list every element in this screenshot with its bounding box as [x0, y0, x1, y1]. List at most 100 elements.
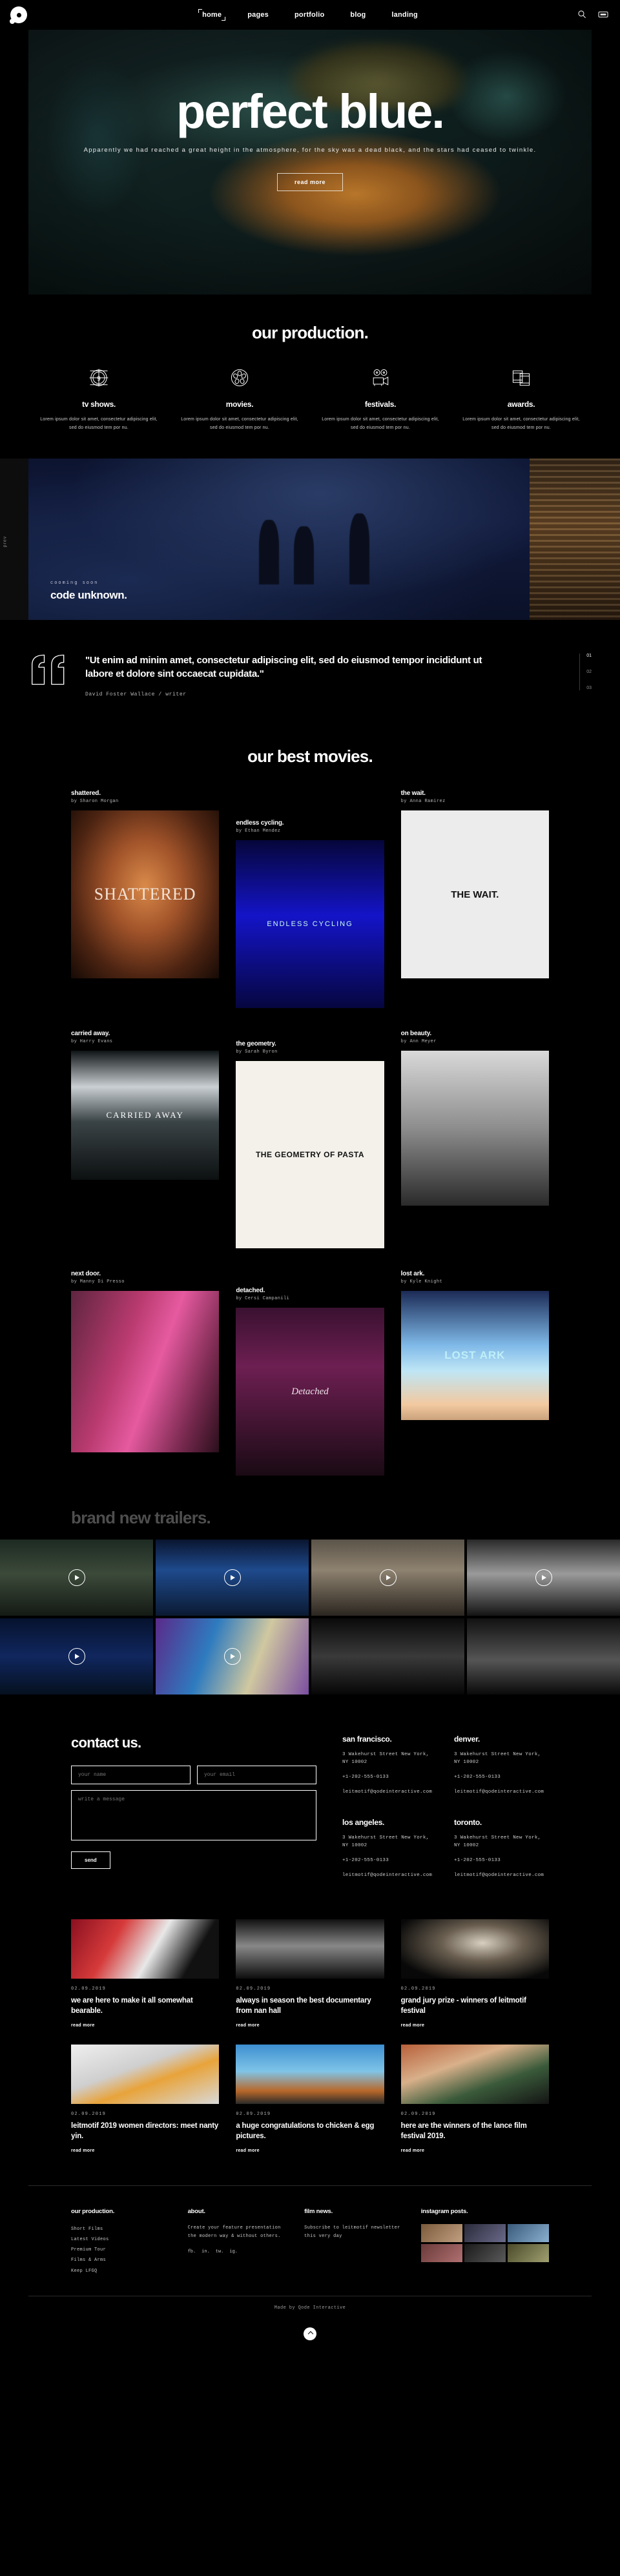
blog-title[interactable]: we are here to make it all somewhat bear… [71, 1996, 219, 2016]
trailer-item[interactable] [0, 1540, 153, 1616]
footer-link[interactable]: Short Films [71, 2224, 170, 2234]
movie-card[interactable]: detached. by Cersi Campanili Detached [236, 1270, 384, 1476]
movie-card[interactable]: lost ark. by Kyle Knight LOST ARK [400, 1270, 549, 1476]
email-input[interactable] [197, 1766, 316, 1785]
blog-title[interactable]: here are the winners of the lance film f… [401, 2121, 549, 2141]
office-phone[interactable]: +1-202-555-0133 [454, 1857, 549, 1864]
movie-card[interactable]: endless cycling. by Ethan Mendez ENDLESS… [236, 790, 384, 1009]
blog-read-more[interactable]: read more [236, 2023, 384, 2028]
social-linkedin[interactable]: in. [202, 2249, 210, 2254]
blog-thumbnail[interactable] [236, 1919, 384, 1979]
blog-post[interactable]: 02.09.2019 here are the winners of the l… [400, 2045, 549, 2153]
production-item-tv-shows[interactable]: 9 tv shows. Lorem ipsum dolor sit amet, … [28, 365, 169, 433]
trailer-item[interactable] [467, 1540, 620, 1616]
instagram-post[interactable] [420, 2244, 462, 2263]
instagram-post[interactable] [507, 2244, 550, 2263]
blog-thumbnail[interactable] [400, 2045, 549, 2105]
blog-post[interactable]: 02.09.2019 a huge congratulations to chi… [236, 2045, 384, 2153]
play-icon[interactable] [68, 1648, 85, 1665]
blog-title[interactable]: a huge congratulations to chicken & egg … [236, 2121, 384, 2141]
footer-link[interactable]: Keep LFGQ [71, 2266, 170, 2276]
movie-poster[interactable] [400, 1051, 549, 1206]
slider-prev-panel[interactable]: prev [0, 458, 28, 620]
nav-item-home[interactable]: home [198, 9, 226, 21]
play-icon[interactable] [223, 1648, 241, 1665]
quote-page-01[interactable]: 01 [586, 654, 592, 658]
message-input[interactable] [71, 1790, 316, 1841]
trailer-item[interactable] [0, 1618, 153, 1695]
cart-icon[interactable] [598, 10, 608, 20]
blog-title[interactable]: grand jury prize - winners of leitmotif … [401, 1996, 549, 2016]
office-phone[interactable]: +1-202-555-0133 [342, 1773, 437, 1781]
nav-item-landing[interactable]: landing [388, 9, 421, 21]
movie-poster[interactable]: Detached [236, 1308, 384, 1476]
social-instagram[interactable]: ig. [229, 2249, 238, 2254]
movie-card[interactable]: the wait. by Anna Ramirez THE WAIT. [400, 790, 549, 1008]
office-phone[interactable]: +1-202-555-0133 [454, 1773, 549, 1781]
instagram-post[interactable] [464, 2244, 506, 2263]
trailer-item[interactable] [311, 1618, 464, 1695]
disc-logo[interactable] [10, 6, 27, 24]
movie-poster[interactable] [71, 1291, 220, 1453]
play-icon[interactable] [379, 1569, 397, 1587]
blog-thumbnail[interactable] [400, 1919, 549, 1979]
footer-link[interactable]: Latest Videos [71, 2234, 170, 2245]
trailer-item[interactable] [156, 1618, 309, 1695]
movie-poster[interactable]: SHATTERED [71, 810, 220, 979]
movie-card[interactable]: on beauty. by Ann Meyer [400, 1030, 549, 1248]
hero-read-more-button[interactable]: read more [276, 173, 344, 192]
slider-next-thumb[interactable] [530, 458, 620, 620]
movie-poster[interactable]: THE GEOMETRY OF PASTA [236, 1061, 384, 1249]
quote-page-03[interactable]: 03 [586, 686, 592, 690]
blog-read-more[interactable]: read more [401, 2023, 549, 2028]
movie-poster[interactable]: THE WAIT. [400, 810, 549, 979]
instagram-post[interactable] [507, 2224, 550, 2243]
office-phone[interactable]: +1-202-555-0133 [342, 1857, 437, 1864]
movie-poster[interactable]: CARRIED AWAY [71, 1051, 220, 1180]
movie-card[interactable]: the geometry. by Sarah Byron THE GEOMETR… [236, 1030, 384, 1249]
instagram-post[interactable] [420, 2224, 462, 2243]
blog-post[interactable]: 02.09.2019 leitmotif 2019 women director… [71, 2045, 220, 2153]
office-email[interactable]: leitmotif@qodeinteractive.com [454, 1788, 549, 1796]
back-to-top-button[interactable] [0, 2327, 620, 2352]
name-input[interactable] [71, 1766, 191, 1785]
play-icon[interactable] [68, 1569, 85, 1587]
production-item-movies[interactable]: movies. Lorem ipsum dolor sit amet, cons… [169, 365, 310, 433]
office-email[interactable]: leitmotif@qodeinteractive.com [342, 1788, 437, 1796]
production-item-festivals[interactable]: festivals. Lorem ipsum dolor sit amet, c… [310, 365, 451, 433]
production-item-awards[interactable]: awards. Lorem ipsum dolor sit amet, cons… [451, 365, 592, 433]
blog-post[interactable]: 02.09.2019 always in season the best doc… [236, 1919, 384, 2028]
movie-poster[interactable]: ENDLESS CYCLING [236, 840, 384, 1009]
social-twitter[interactable]: tw. [216, 2249, 224, 2254]
play-icon[interactable] [223, 1569, 241, 1587]
blog-thumbnail[interactable] [71, 1919, 220, 1979]
slider-main-image[interactable]: cooming soon code unknown. [28, 458, 530, 620]
instagram-post[interactable] [464, 2224, 506, 2243]
trailer-item[interactable] [467, 1618, 620, 1695]
office-email[interactable]: leitmotif@qodeinteractive.com [342, 1871, 437, 1879]
blog-read-more[interactable]: read more [71, 2023, 219, 2028]
blog-post[interactable]: 02.09.2019 grand jury prize - winners of… [400, 1919, 549, 2028]
blog-read-more[interactable]: read more [236, 2148, 384, 2153]
search-icon[interactable] [577, 10, 588, 20]
send-button[interactable]: send [71, 1851, 110, 1870]
blog-post[interactable]: 02.09.2019 we are here to make it all so… [71, 1919, 220, 2028]
blog-thumbnail[interactable] [236, 2045, 384, 2105]
back-to-top-icon[interactable] [304, 2327, 316, 2340]
movie-poster[interactable]: LOST ARK [400, 1291, 549, 1421]
social-facebook[interactable]: fb. [188, 2249, 196, 2254]
office-email[interactable]: leitmotif@qodeinteractive.com [454, 1871, 549, 1879]
blog-thumbnail[interactable] [71, 2045, 220, 2105]
nav-item-pages[interactable]: pages [244, 9, 272, 21]
footer-link[interactable]: Films & Arms [71, 2255, 170, 2265]
nav-item-portfolio[interactable]: portfolio [291, 9, 327, 21]
trailer-item[interactable] [156, 1540, 309, 1616]
movie-card[interactable]: next door. by Manny Di Presso [71, 1270, 220, 1476]
blog-read-more[interactable]: read more [71, 2148, 219, 2153]
trailer-item[interactable] [311, 1540, 464, 1616]
play-icon[interactable] [535, 1569, 552, 1587]
nav-item-blog[interactable]: blog [347, 9, 369, 21]
quote-page-02[interactable]: 02 [586, 670, 592, 674]
movie-card[interactable]: shattered. by Sharon Morgan SHATTERED [71, 790, 220, 1008]
footer-link[interactable]: Premium Tour [71, 2245, 170, 2255]
